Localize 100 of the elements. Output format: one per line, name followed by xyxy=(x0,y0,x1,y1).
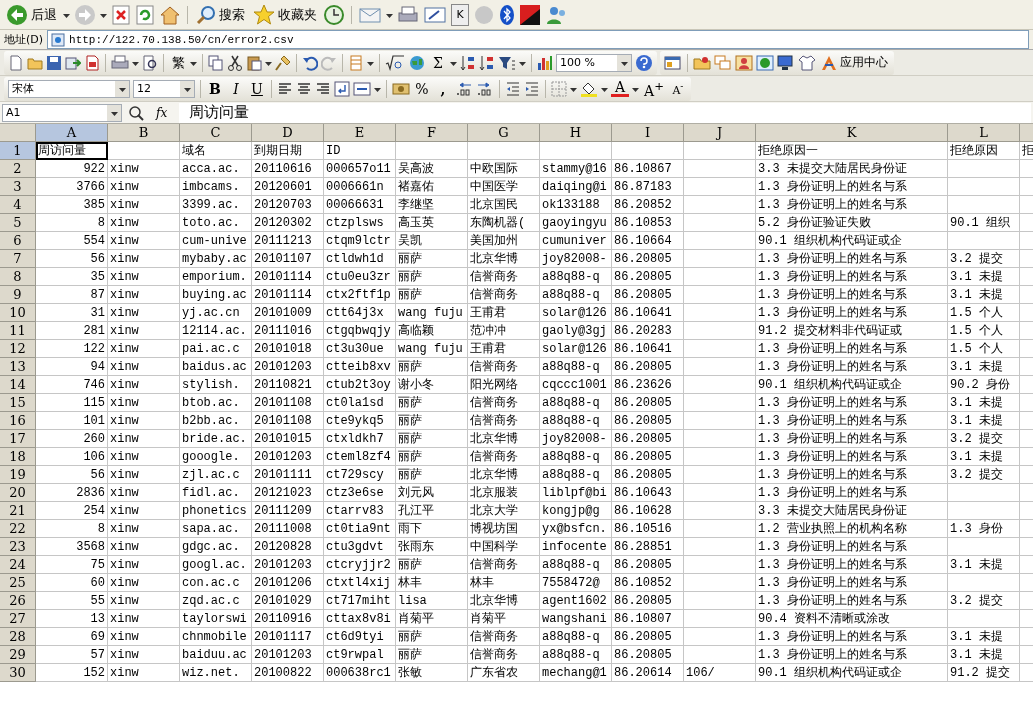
row-header[interactable]: 16 xyxy=(0,412,36,430)
row-header[interactable]: 5 xyxy=(0,214,36,232)
undo-icon[interactable] xyxy=(302,54,318,71)
column-header[interactable]: J xyxy=(684,124,756,142)
address-field[interactable]: http://122.70.138.50/cn/error2.csv xyxy=(47,30,1029,49)
home-icon[interactable] xyxy=(159,4,181,25)
column-header[interactable]: D xyxy=(252,124,324,142)
row-header[interactable]: 21 xyxy=(0,502,36,520)
letter-a-logo-icon[interactable] xyxy=(821,54,837,71)
sort-ascending-icon[interactable] xyxy=(460,54,476,71)
row-header[interactable]: 26 xyxy=(0,592,36,610)
shirt-icon[interactable] xyxy=(798,54,816,71)
underline-button[interactable]: U xyxy=(248,79,266,98)
column-header[interactable]: B xyxy=(108,124,180,142)
sort-descending-icon[interactable] xyxy=(479,54,495,71)
row-header[interactable]: 20 xyxy=(0,484,36,502)
traditional-chinese-button[interactable]: 繁 xyxy=(169,53,187,72)
cut-icon[interactable] xyxy=(227,54,243,71)
row-header[interactable]: 10 xyxy=(0,304,36,322)
paste-icon[interactable] xyxy=(246,54,262,71)
merge-cells-icon[interactable] xyxy=(353,80,371,97)
window-icon[interactable] xyxy=(664,54,682,71)
row-header[interactable]: 24 xyxy=(0,556,36,574)
history-icon[interactable] xyxy=(323,3,345,26)
column-header[interactable]: C xyxy=(180,124,252,142)
export-icon[interactable] xyxy=(65,54,81,71)
row-header[interactable]: 2 xyxy=(0,160,36,178)
font-color-button[interactable]: A xyxy=(611,80,629,97)
star-icon[interactable] xyxy=(253,3,275,26)
row-header[interactable]: 4 xyxy=(0,196,36,214)
column-header[interactable]: I xyxy=(612,124,684,142)
row-header[interactable]: 3 xyxy=(0,178,36,196)
row-header[interactable]: 7 xyxy=(0,250,36,268)
row-header[interactable]: 28 xyxy=(0,628,36,646)
new-file-icon[interactable] xyxy=(8,54,24,71)
row-header[interactable]: 22 xyxy=(0,520,36,538)
percent-button[interactable]: % xyxy=(413,79,431,98)
row-header[interactable]: 1 xyxy=(0,142,36,160)
increase-indent-icon[interactable] xyxy=(524,80,540,97)
row-header[interactable]: 11 xyxy=(0,322,36,340)
formula-field[interactable]: 周访问量 xyxy=(179,102,1031,123)
row-header[interactable]: 17 xyxy=(0,430,36,448)
increase-decimal-icon[interactable] xyxy=(455,80,473,97)
decrease-decimal-icon[interactable] xyxy=(476,80,494,97)
sum-button[interactable]: Σ xyxy=(429,53,447,72)
search-button[interactable]: 搜索 xyxy=(194,4,247,25)
column-header[interactable]: L xyxy=(948,124,1020,142)
monitor-icon[interactable] xyxy=(777,54,795,71)
copy-icon[interactable] xyxy=(208,54,224,71)
row-header[interactable]: 14 xyxy=(0,376,36,394)
wrap-text-icon[interactable] xyxy=(334,80,350,97)
page-icon[interactable] xyxy=(51,32,66,47)
fill-color-icon[interactable] xyxy=(580,80,598,97)
shrink-font-button[interactable]: A$^{-}$ xyxy=(668,77,687,100)
search-icon[interactable] xyxy=(196,4,216,25)
column-header[interactable]: K xyxy=(756,124,948,142)
row-header[interactable]: 18 xyxy=(0,448,36,466)
split-square-icon[interactable] xyxy=(519,3,541,26)
chart-icon[interactable] xyxy=(537,54,553,71)
column-header[interactable]: H xyxy=(540,124,612,142)
back-button[interactable]: 后退 xyxy=(4,3,59,26)
user-card-icon[interactable] xyxy=(735,54,753,71)
column-header[interactable]: A xyxy=(36,124,108,142)
favorites-button[interactable]: 收藏夹 xyxy=(251,3,319,26)
insert-function-button[interactable]: fx xyxy=(150,104,174,121)
decrease-indent-icon[interactable] xyxy=(505,80,521,97)
align-right-icon[interactable] xyxy=(315,80,331,97)
folder-icon[interactable] xyxy=(693,54,711,71)
row-header[interactable]: 6 xyxy=(0,232,36,250)
pdf-icon[interactable] xyxy=(84,54,100,71)
currency-icon[interactable] xyxy=(392,80,410,97)
row-header[interactable]: 29 xyxy=(0,646,36,664)
column-header[interactable]: F xyxy=(396,124,468,142)
row-header[interactable]: 13 xyxy=(0,358,36,376)
row-header[interactable]: 15 xyxy=(0,394,36,412)
grow-font-button[interactable]: A$^{+}$ xyxy=(642,77,666,100)
zoom-dropdown[interactable]: 100 % xyxy=(556,53,632,72)
align-center-icon[interactable] xyxy=(296,80,312,97)
comma-style-button[interactable]: , xyxy=(434,79,452,98)
refresh-icon[interactable] xyxy=(135,4,155,25)
column-header[interactable]: E xyxy=(324,124,396,142)
k-key-button[interactable]: K xyxy=(451,3,469,26)
font-size-dropdown[interactable]: 12 xyxy=(133,79,195,98)
row-header[interactable]: 23 xyxy=(0,538,36,556)
filter-icon[interactable] xyxy=(498,54,516,71)
print-preview-icon[interactable] xyxy=(142,54,158,71)
edit-icon[interactable] xyxy=(423,4,447,25)
row-header[interactable]: 25 xyxy=(0,574,36,592)
zoom-icon[interactable] xyxy=(128,104,144,121)
stop-icon[interactable] xyxy=(111,4,131,25)
row-header[interactable]: 9 xyxy=(0,286,36,304)
font-dropdown[interactable]: 宋体 xyxy=(8,79,130,98)
align-left-icon[interactable] xyxy=(277,80,293,97)
format-painter-icon[interactable] xyxy=(275,54,291,71)
formula-icon[interactable] xyxy=(385,54,405,71)
row-header[interactable]: 27 xyxy=(0,610,36,628)
row-header[interactable]: 19 xyxy=(0,466,36,484)
column-header[interactable]: G xyxy=(468,124,540,142)
save-icon[interactable] xyxy=(46,54,62,71)
italic-button[interactable]: I xyxy=(227,79,245,98)
